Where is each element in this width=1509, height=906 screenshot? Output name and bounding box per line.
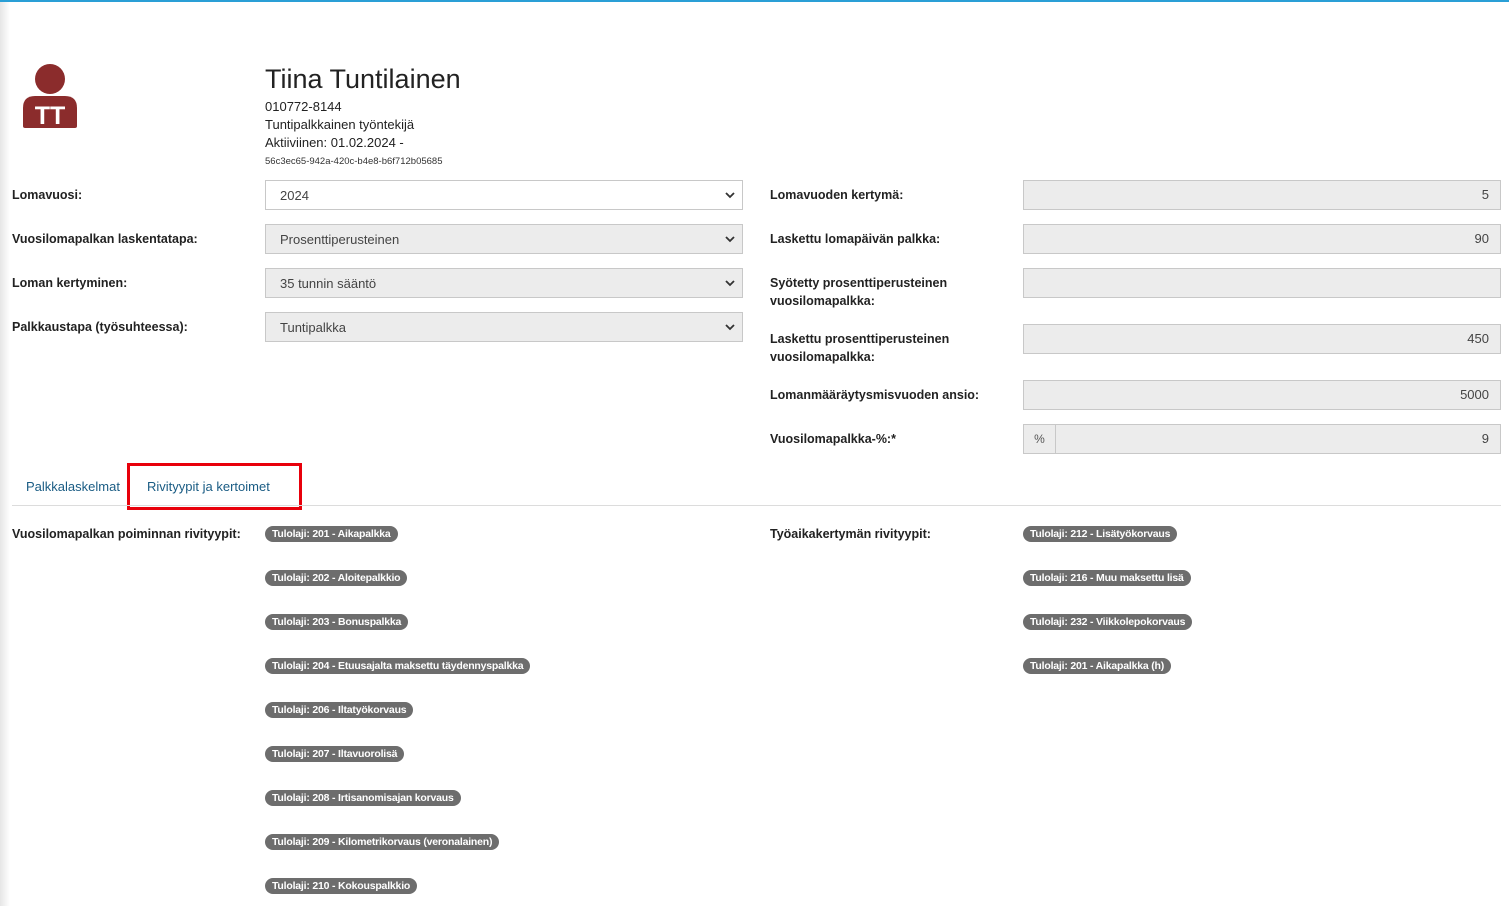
row-type-badge: Tulolaji: 210 - Kokouspalkkio (265, 878, 418, 894)
row-type-badge: Tulolaji: 204 - Etuusajalta maksettu täy… (265, 658, 531, 674)
chevron-down-icon (725, 236, 735, 243)
row-type-badge: Tulolaji: 212 - Lisätyökorvaus (1023, 526, 1178, 542)
day-pay-field[interactable]: 90 (1023, 224, 1501, 254)
avatar-initials: TT (35, 102, 66, 130)
row-type-badge: Tulolaji: 232 - Viikkolepokorvaus (1023, 614, 1193, 630)
entered-pct-pay-label-line1: Syötetty prosenttiperusteinen (770, 276, 948, 290)
chevron-down-icon (725, 192, 735, 199)
holiday-year-label: Lomavuosi: (12, 188, 83, 202)
row-type-badge: Tulolaji: 203 - Bonuspalkka (265, 614, 409, 630)
accrual-value: 35 tunnin sääntö (280, 275, 377, 291)
accrual-select[interactable]: 35 tunnin sääntö (265, 268, 743, 298)
entered-pct-pay-label-line2: vuosilomapalkka: (770, 294, 875, 308)
chevron-down-icon (725, 324, 735, 331)
row-type-badge: Tulolaji: 208 - Irtisanomisajan korvaus (265, 790, 461, 806)
row-type-badge: Tulolaji: 207 - Iltavuorolisä (265, 746, 405, 762)
tab-divider (12, 505, 1501, 506)
row-type-badge: Tulolaji: 209 - Kilometrikorvaus (verona… (265, 834, 500, 850)
pay-type-select[interactable]: Tuntipalkka (265, 312, 743, 342)
highlight-annotation-box (127, 463, 302, 510)
pay-type-label: Palkkaustapa (työsuhteessa): (12, 320, 188, 334)
row-type-badge: Tulolaji: 201 - Aikapalkka (h) (1023, 658, 1172, 674)
earnings-label: Lomanmääräytysmisvuoden ansio: (770, 388, 980, 402)
calculated-pct-pay-label-line2: vuosilomapalkka: (770, 350, 875, 364)
employee-active-period: Aktiiviinen: 01.02.2024 - (265, 135, 404, 150)
employee-name: Tiina Tuntilainen (265, 64, 461, 94)
employee-uuid: 56c3ec65-942a-420c-b4e8-b6f712b05685 (265, 156, 443, 167)
working-time-row-types-label: Työaikakertymän rivityypit: (770, 527, 931, 541)
calculated-pct-pay-label: Laskettu prosenttiperusteinen vuosilomap… (770, 330, 949, 366)
employee-role: Tuntipalkkainen työntekijä (265, 117, 415, 132)
holiday-year-value: 2024 (280, 187, 309, 203)
calc-method-select[interactable]: Prosenttiperusteinen (265, 224, 743, 254)
row-type-badge: Tulolaji: 216 - Muu maksettu lisä (1023, 570, 1191, 586)
percent-addon: % (1023, 424, 1056, 454)
day-pay-label: Laskettu lomapäivän palkka: (770, 232, 941, 246)
calc-method-value: Prosenttiperusteinen (280, 231, 400, 247)
holiday-year-select[interactable]: 2024 (265, 180, 743, 210)
calc-method-label: Vuosilomapalkan laskentatapa: (12, 232, 198, 246)
pay-type-value: Tuntipalkka (280, 319, 346, 335)
accrual-label: Loman kertyminen: (12, 276, 128, 290)
entered-pct-pay-label: Syötetty prosenttiperusteinen vuosilomap… (770, 274, 947, 310)
employee-id-number: 010772-8144 (265, 99, 342, 114)
entered-pct-pay-field[interactable] (1023, 268, 1501, 298)
accumulation-label: Lomavuoden kertymä: (770, 188, 904, 202)
accumulation-field[interactable]: 5 (1023, 180, 1501, 210)
row-type-badge: Tulolaji: 201 - Aikapalkka (265, 526, 398, 542)
calculated-pct-pay-label-line1: Laskettu prosenttiperusteinen (770, 332, 950, 346)
earnings-field[interactable]: 5000 (1023, 380, 1501, 410)
calculated-pct-pay-field[interactable]: 450 (1023, 324, 1501, 354)
avatar: TT (23, 64, 77, 130)
chevron-down-icon (725, 280, 735, 287)
row-type-badge: Tulolaji: 202 - Aloitepalkkio (265, 570, 408, 586)
holiday-pay-pct-field[interactable]: 9 (1055, 424, 1501, 454)
row-type-badge: Tulolaji: 206 - Iltatyökorvaus (265, 702, 414, 718)
tab-palkkalaskelmat[interactable]: Palkkalaskelmat (26, 479, 120, 494)
top-accent-line (0, 0, 1509, 2)
holiday-pay-pct-label: Vuosilomapalkka-%:* (770, 432, 896, 446)
left-edge-shadow (0, 2, 10, 906)
holiday-pay-row-types-label: Vuosilomapalkan poiminnan rivityypit: (12, 527, 241, 541)
